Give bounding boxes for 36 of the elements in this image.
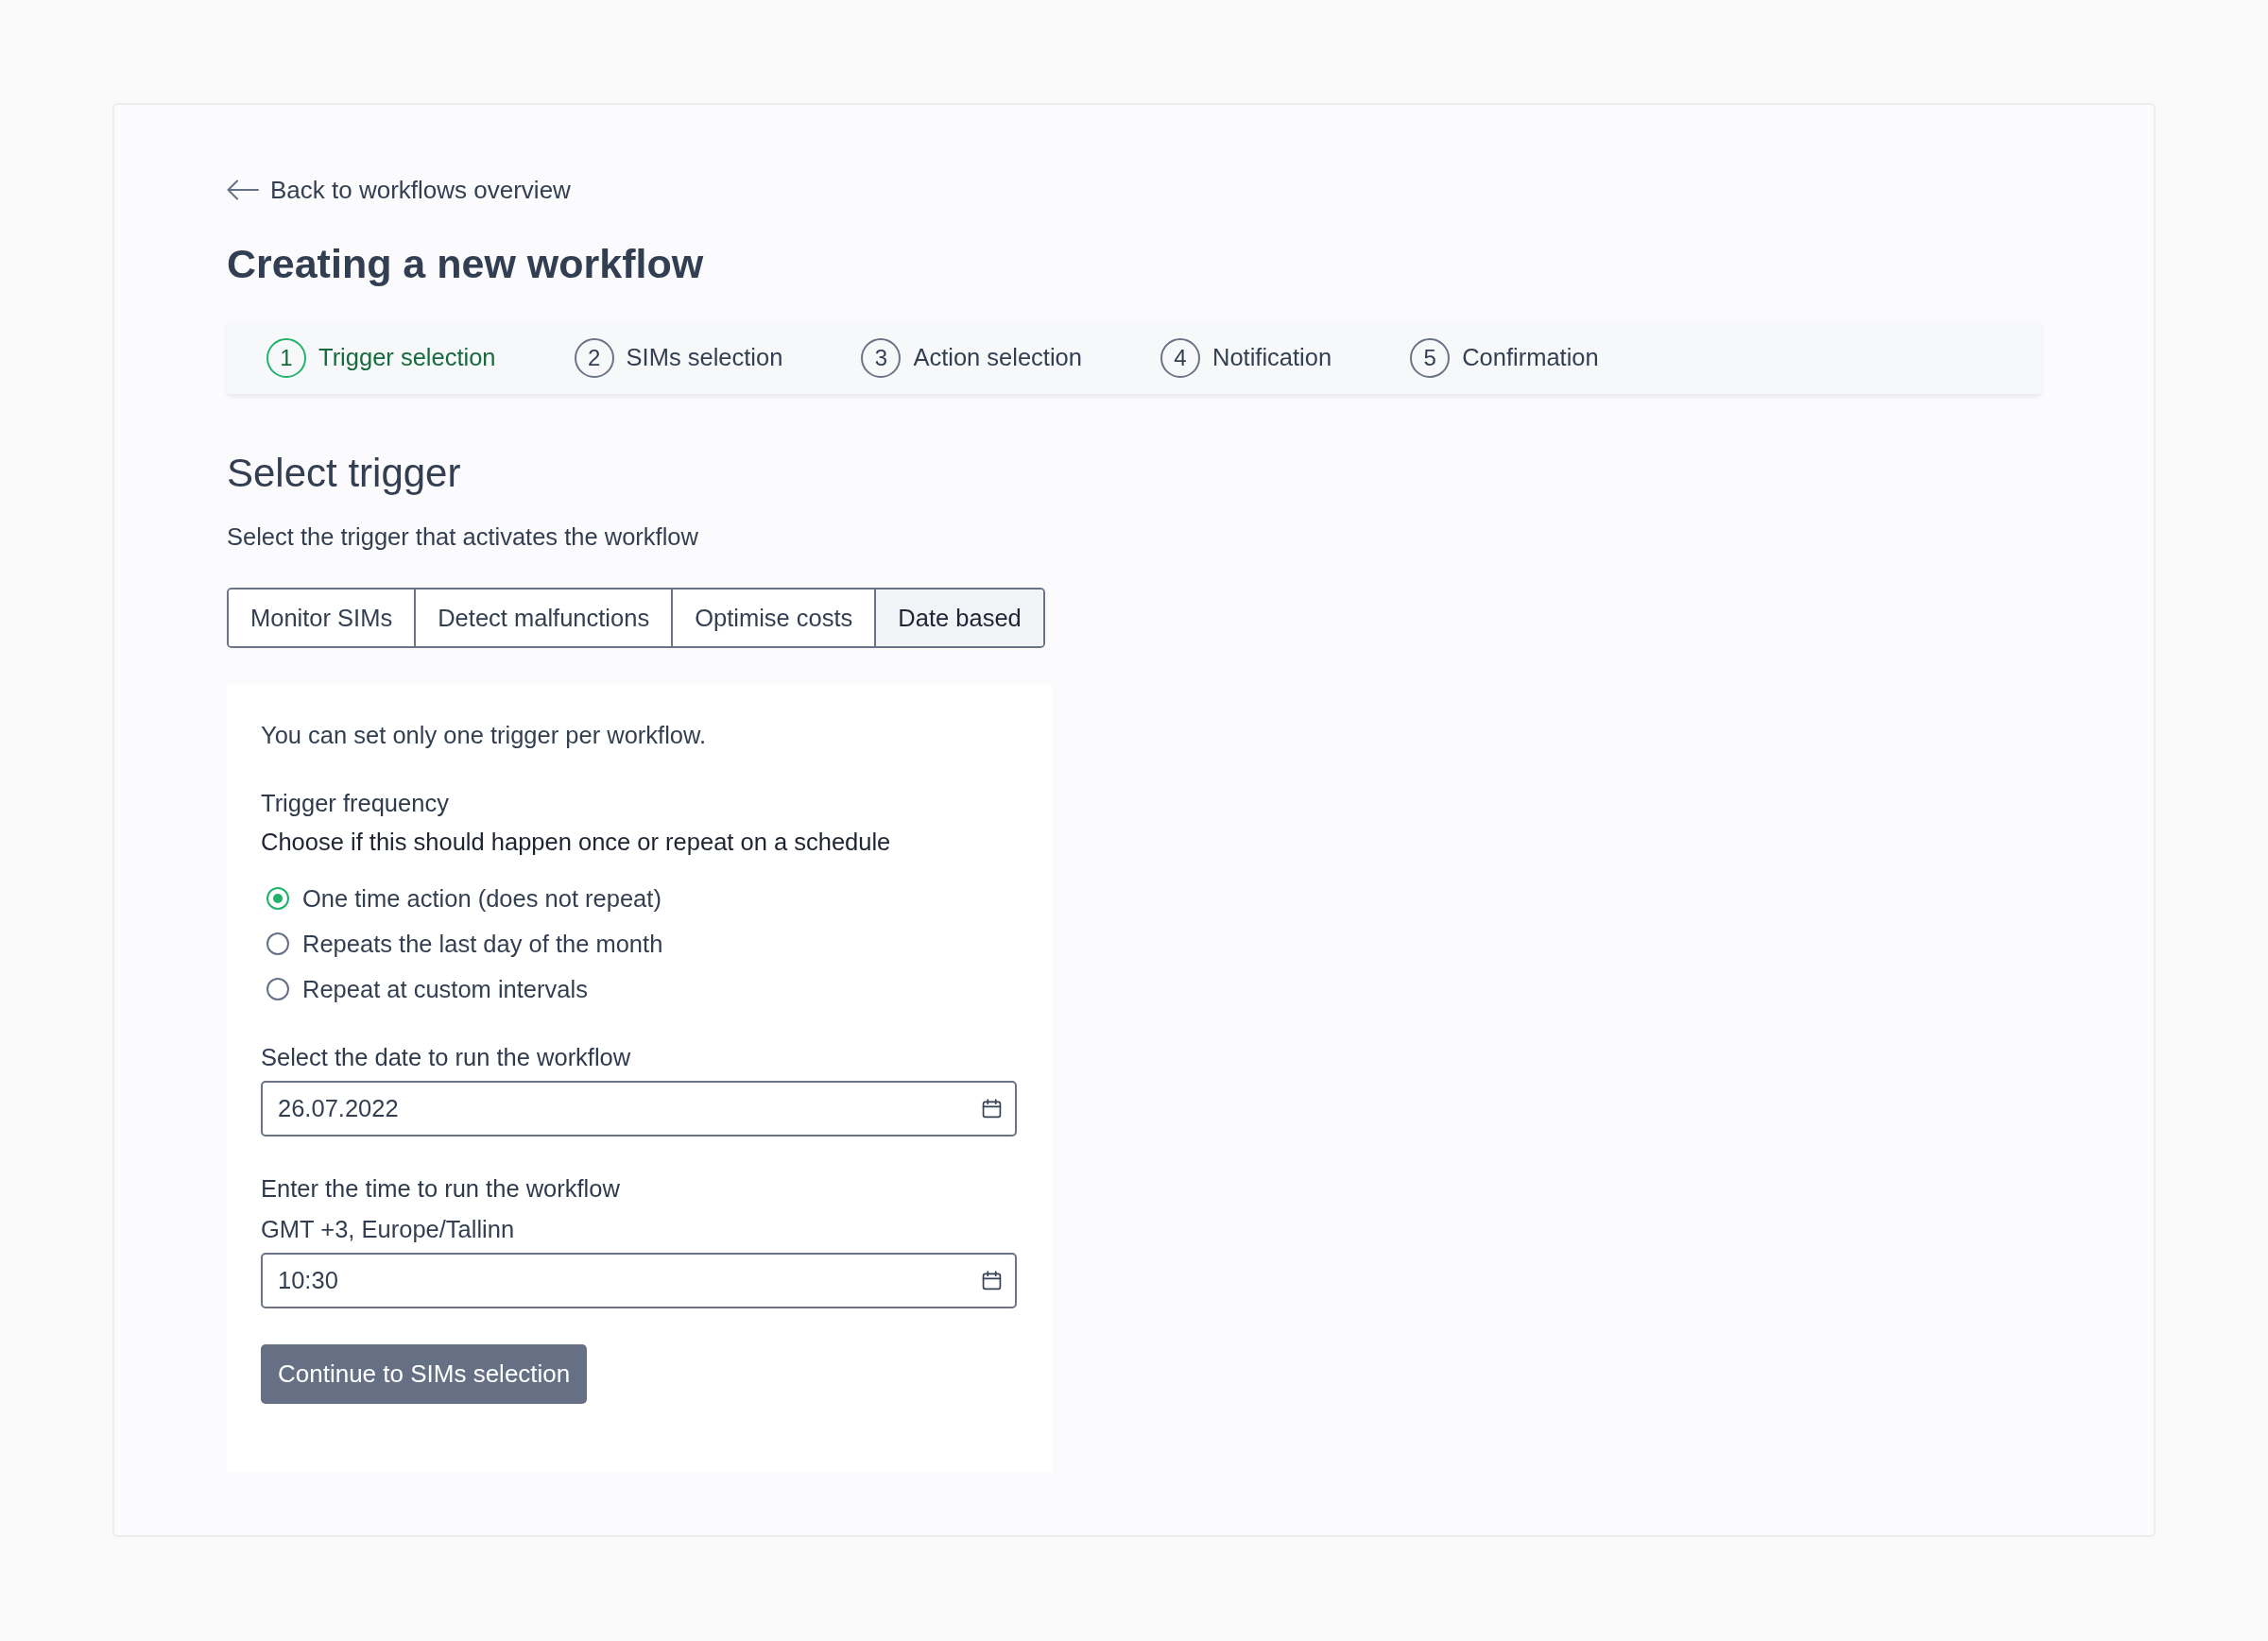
timezone-hint: GMT +3, Europe/Tallinn: [261, 1215, 516, 1243]
step-tab[interactable]: 3 Action selection: [861, 337, 1082, 378]
step-number: 2: [574, 337, 614, 378]
frequency-label: Trigger frequency: [261, 789, 450, 817]
field-label: Select the date to run the workflow: [261, 1043, 632, 1071]
trigger-tab[interactable]: Monitor SIMs: [229, 590, 415, 646]
step-number: 3: [861, 337, 902, 378]
step-tab[interactable]: 2 SIMs selection: [574, 337, 783, 378]
date-input[interactable]: 26.07.2022: [261, 1081, 1017, 1137]
step-tab[interactable]: 1 Trigger selection: [266, 337, 496, 378]
radio-button-icon[interactable]: [266, 978, 289, 1000]
section-title: Select trigger: [227, 452, 462, 495]
radio-option[interactable]: Repeats the last day of the month: [261, 921, 1017, 966]
calendar-icon[interactable]: [982, 1271, 1002, 1291]
trigger-tab[interactable]: Optimise costs: [671, 590, 875, 646]
radio-button-icon[interactable]: [266, 887, 289, 910]
continue-button[interactable]: Continue to SIMs selection: [261, 1344, 588, 1404]
step-number: 5: [1410, 337, 1451, 378]
trigger-note: You can set only one trigger per workflow.: [261, 721, 708, 749]
trigger-tab[interactable]: Date based: [874, 590, 1043, 646]
arrow-left-icon: [227, 179, 259, 200]
step-tab[interactable]: 5 Confirmation: [1410, 337, 1599, 378]
calendar-icon[interactable]: [982, 1099, 1002, 1119]
step-number: 1: [266, 337, 306, 378]
radio-button-icon[interactable]: [266, 932, 289, 955]
step-tab[interactable]: 4 Notification: [1160, 337, 1332, 378]
radio-option[interactable]: Repeat at custom intervals: [261, 966, 1017, 1012]
trigger-tab[interactable]: Detect malfunctions: [414, 590, 672, 646]
page-title: Creating a new workflow: [227, 240, 705, 287]
back-link[interactable]: Back to workflows overview: [227, 176, 571, 204]
frequency-hint: Choose if this should happen once or repeat on a schedule: [261, 828, 892, 856]
time-input[interactable]: 10:30: [261, 1253, 1017, 1308]
radio-option[interactable]: One time action (does not repeat): [261, 876, 1017, 921]
field-label: Enter the time to run the workflow: [261, 1174, 621, 1203]
section-description: Select the trigger that activates the workflow: [227, 522, 699, 551]
step-number: 4: [1160, 337, 1200, 378]
